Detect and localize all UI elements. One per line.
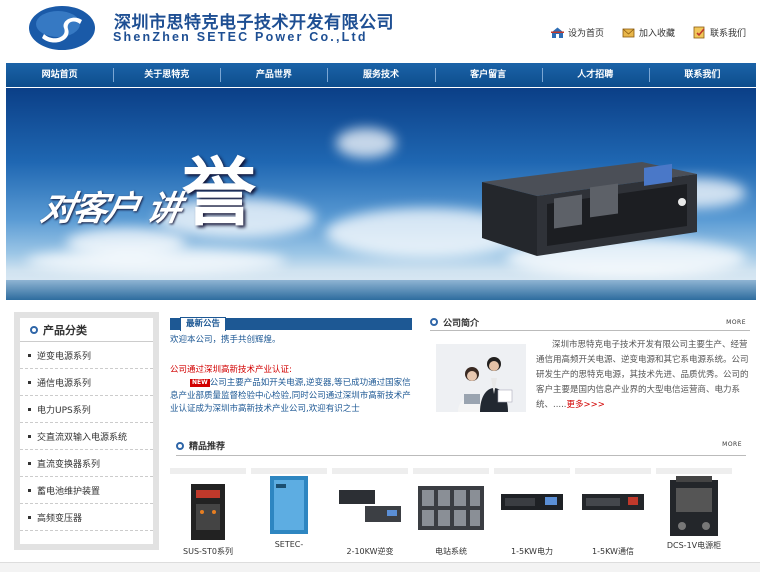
company-name-en: ShenZhen SETEC Power Co.,Ltd [113, 30, 368, 44]
product-case-icon [670, 476, 718, 536]
category-item-label: 逆变电源系列 [37, 351, 92, 362]
header: 深圳市思特克电子技术开发有限公司 ShenZhen SETEC Power Co… [0, 0, 760, 62]
category-item-ups[interactable]: 电力UPS系列 [20, 396, 153, 423]
category-item-telecom[interactable]: 通信电源系列 [20, 369, 153, 396]
category-item-battery[interactable]: 蓄电池维护装置 [20, 477, 153, 504]
product-label: 2-10KW逆变 [346, 547, 394, 556]
intro-more-link[interactable]: MORE [726, 319, 746, 326]
products-more-link[interactable]: MORE [722, 441, 742, 448]
main-nav: 网站首页 关于思特克 产品世界 服务技术 客户留言 人才招聘 联系我们 [6, 63, 756, 87]
bullet-icon [28, 407, 31, 411]
contact-icon [693, 26, 705, 39]
category-title: 产品分类 [20, 318, 153, 342]
product-inverter-icon [339, 490, 401, 522]
bullet-icon [28, 353, 31, 357]
bullet-icon [28, 380, 31, 384]
bullet-icon [28, 461, 31, 465]
featured-products-row: SUS-ST0系列 SETEC- 2-10KW逆变 电站系统 1-5KW电力 1… [170, 468, 742, 556]
category-item-inverter[interactable]: 逆变电源系列 [20, 342, 153, 369]
announcement-tag: 最新公告 [180, 317, 227, 331]
circle-bullet-icon [176, 441, 184, 450]
footer-strip [0, 562, 760, 572]
top-links: 设为首页 加入收藏 联系我们 [550, 26, 746, 39]
category-item-label: 交直流双输入电源系统 [37, 432, 128, 443]
nav-about[interactable]: 关于思特克 [113, 63, 220, 87]
product-label: SUS-ST0系列 [183, 547, 233, 556]
home-icon [550, 27, 564, 38]
product-cabinet-icon [191, 484, 225, 540]
add-favorite-label: 加入收藏 [638, 29, 675, 39]
company-logo[interactable] [28, 4, 96, 52]
banner-slogan: 对客户 讲 誉 [38, 140, 256, 236]
product-card[interactable]: 1-5KW通信 [575, 468, 651, 556]
product-label: 电站系统 [435, 547, 467, 556]
product-rack-icon [418, 486, 484, 530]
contact-us-label: 联系我们 [709, 29, 746, 39]
category-item-label: 蓄电池维护装置 [37, 486, 101, 497]
announcement-panel: 最新公告 欢迎本公司，携手共创辉煌。 公司通过深圳高新技术产业认证: NEW 公司… [170, 317, 412, 420]
bullet-icon [28, 488, 31, 492]
product-telecom-power-icon [582, 494, 644, 510]
people-photo-icon [436, 344, 526, 412]
set-homepage-label: 设为首页 [567, 29, 604, 39]
set-homepage-link[interactable]: 设为首页 [550, 26, 604, 39]
bullet-icon [28, 515, 31, 519]
circle-bullet-icon [430, 318, 438, 326]
announcement-body[interactable]: NEW 公司主要产品如开关电源,逆变器,等已成功通过国家信息产业部质量监督检验中心… [170, 377, 412, 416]
power-device-image [482, 162, 697, 256]
product-card[interactable]: 1-5KW电力 [494, 468, 570, 556]
hero-banner: 对客户 讲 誉 [6, 88, 756, 300]
featured-products-title: 精品推荐 [189, 442, 226, 452]
category-item-dual-input[interactable]: 交直流双输入电源系统 [20, 423, 153, 450]
intro-more-text-link[interactable]: 更多>>> [567, 400, 605, 410]
contact-us-link[interactable]: 联系我们 [693, 26, 746, 39]
nav-jobs[interactable]: 人才招聘 [541, 63, 649, 87]
nav-home[interactable]: 网站首页 [6, 63, 113, 87]
company-intro-text: 深圳市思特克电子技术开发有限公司主要生产、经营通信用高频开关电源、逆变电源和其它… [536, 338, 750, 413]
add-favorite-link[interactable]: 加入收藏 [622, 26, 675, 39]
banner-sea [6, 280, 756, 300]
bullet-icon [28, 434, 31, 438]
slogan-text: 对客户 讲 [37, 189, 183, 229]
nav-service[interactable]: 服务技术 [327, 63, 434, 87]
new-badge: NEW [190, 378, 210, 387]
circle-bullet-icon [30, 325, 38, 334]
product-label: DCS-1V电源柜 [666, 541, 722, 550]
nav-products[interactable]: 产品世界 [220, 63, 327, 87]
nav-messages[interactable]: 客户留言 [434, 63, 542, 87]
product-label: 1-5KW电力 [511, 547, 553, 556]
category-item-label: 通信电源系列 [37, 378, 92, 389]
product-card[interactable]: 电站系统 [413, 468, 489, 556]
announcement-title[interactable]: 公司通过深圳高新技术产业认证: [170, 363, 412, 375]
product-cabinet-icon [270, 476, 308, 534]
category-item-label: 高频变压器 [37, 513, 83, 524]
category-item-label: 直流变换器系列 [37, 459, 101, 470]
company-intro-header: 公司简介 MORE [430, 316, 750, 331]
featured-products-header: 精品推荐 MORE [176, 438, 746, 456]
product-category-sidebar: 产品分类 逆变电源系列 通信电源系列 电力UPS系列 交直流双输入电源系统 直流… [14, 312, 159, 550]
category-title-label: 产品分类 [43, 323, 87, 337]
product-label: SETEC- [274, 540, 304, 549]
product-card[interactable]: SUS-ST0系列 [170, 468, 246, 556]
product-card[interactable]: 2-10KW逆变 [332, 468, 408, 556]
product-card[interactable]: DCS-1V电源柜 [656, 468, 732, 552]
company-intro-photo [436, 344, 526, 412]
category-item-transformer[interactable]: 高频变压器 [20, 504, 153, 531]
company-intro-title: 公司简介 [443, 318, 480, 329]
product-card[interactable]: SETEC- [251, 468, 327, 552]
category-item-label: 电力UPS系列 [37, 405, 91, 416]
nav-contact[interactable]: 联系我们 [648, 63, 756, 87]
favorite-icon [622, 28, 635, 38]
announcement-header-bar: 最新公告 [170, 317, 412, 331]
product-ups-icon [501, 494, 563, 510]
category-item-dc-converter[interactable]: 直流变换器系列 [20, 450, 153, 477]
announcement-welcome[interactable]: 欢迎本公司，携手共创辉煌。 [170, 333, 412, 345]
slogan-big-char: 誉 [181, 150, 256, 236]
product-label: 1-5KW通信 [592, 547, 634, 556]
